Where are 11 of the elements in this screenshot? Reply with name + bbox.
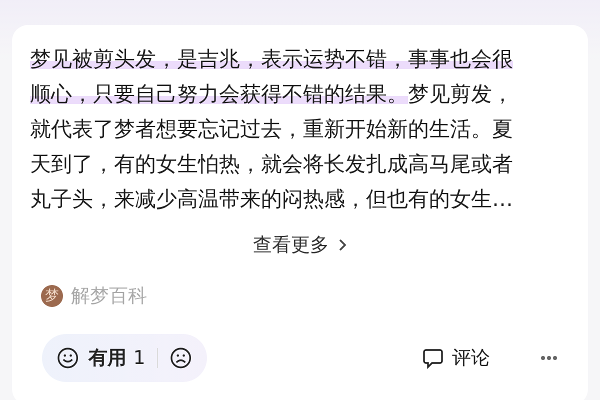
see-more-link[interactable]: 查看更多 xyxy=(253,231,347,260)
source-avatar: 梦 xyxy=(41,284,63,307)
more-options-icon[interactable] xyxy=(540,355,558,361)
answer-paragraph: 梦见被剪头发，是吉兆，表示运势不错，事事也会很 顺心，只要自己努力会获得不错的结果。梦见剪发， 就代表了梦者想要忘记过去，重新开始新的生活。夏 天到了，有的女生怕热，就会将长发扎成高马尾或者 丸子头，来减少高温带来的闷热感，但也有的女生… xyxy=(30,46,514,213)
frown-icon[interactable] xyxy=(170,347,192,369)
speech-bubble-icon xyxy=(422,347,444,369)
useful-button[interactable]: 有用 1 xyxy=(88,344,146,372)
comment-button[interactable]: 评论 xyxy=(422,344,490,372)
chevron-right-icon xyxy=(337,238,347,252)
source-name: 解梦百科 xyxy=(71,284,147,308)
smile-icon[interactable] xyxy=(57,347,79,369)
